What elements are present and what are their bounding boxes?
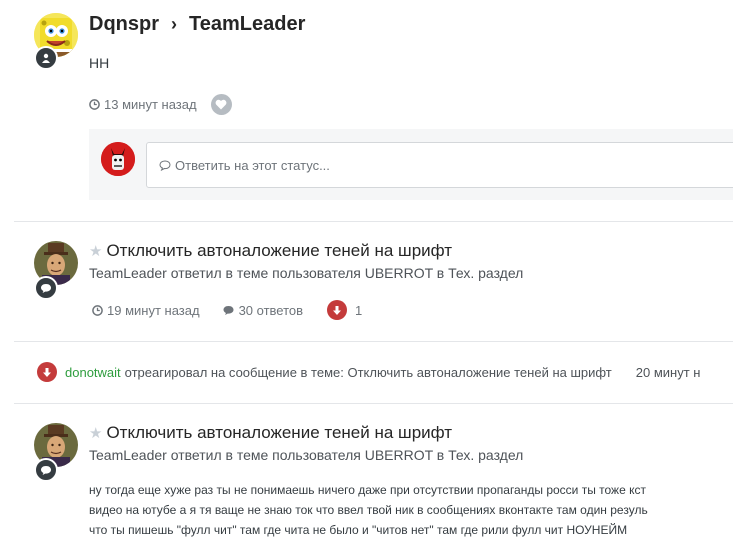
- comment-icon: [159, 159, 171, 171]
- status-reply-input[interactable]: Ответить на этот статус...: [146, 142, 733, 188]
- comment-icon: [223, 305, 234, 315]
- post-topic-title[interactable]: ★ Отключить автоналожение теней на шрифт: [89, 241, 452, 261]
- post-topic-link[interactable]: Отключить автоналожение теней на шрифт: [106, 423, 452, 443]
- status-title: Dqnspr › TeamLeader: [89, 13, 305, 36]
- post-body-line: что ты пишешь "фулл чит" там где чита не…: [89, 523, 628, 537]
- reaction-event-time[interactable]: 20 минут н: [636, 365, 701, 380]
- post-author-avatar[interactable]: [34, 241, 78, 300]
- clock-icon: [92, 304, 103, 316]
- downvote-reaction-icon[interactable]: [327, 300, 348, 320]
- reply-placeholder: Ответить на этот статус...: [175, 157, 330, 173]
- divider: [14, 221, 733, 222]
- star-icon[interactable]: ★: [89, 242, 102, 260]
- status-meta: 13 минут назад: [89, 94, 232, 115]
- divider: [14, 341, 733, 342]
- post-subline: TeamLeader ответил в теме пользователя U…: [89, 447, 524, 463]
- post-author-avatar[interactable]: [34, 423, 78, 482]
- post-topic-link[interactable]: Отключить автоналожение теней на шрифт: [106, 241, 452, 261]
- post-replies-count[interactable]: 30 ответов: [239, 303, 303, 318]
- reaction-user-link[interactable]: donotwait: [65, 365, 121, 380]
- post-time[interactable]: 19 минут назад: [107, 303, 200, 318]
- heart-icon: [215, 99, 227, 110]
- post-body-line: видео на ютубе а я тя ваще не знаю ток ч…: [89, 503, 648, 517]
- devil-avatar-icon: [101, 142, 135, 176]
- status-author-avatar[interactable]: [34, 13, 78, 70]
- status-time[interactable]: 13 минут назад: [104, 97, 197, 112]
- divider: [14, 403, 733, 404]
- post-subline: TeamLeader ответил в теме пользователя U…: [89, 265, 524, 281]
- like-button[interactable]: [210, 94, 232, 115]
- post-body-line: ну тогда еще хуже раз ты не понимаешь ни…: [89, 483, 646, 497]
- star-icon[interactable]: ★: [89, 424, 102, 442]
- comment-badge-icon: [34, 458, 58, 482]
- post-topic-title[interactable]: ★ Отключить автоналожение теней на шрифт: [89, 423, 452, 443]
- chevron-right-icon: ›: [171, 14, 177, 34]
- clock-icon: [89, 99, 100, 110]
- status-text: НН: [89, 55, 110, 71]
- reaction-event-text[interactable]: отреагировал на сообщение в теме: Отключ…: [125, 365, 612, 380]
- status-author-link[interactable]: Dqnspr: [89, 13, 159, 36]
- user-badge-icon: [34, 46, 58, 70]
- downvote-reaction-icon: [37, 362, 57, 382]
- current-user-avatar: [101, 142, 135, 176]
- post-meta: 19 минут назад 30 ответов 1: [92, 300, 362, 320]
- reaction-count[interactable]: 1: [355, 303, 362, 318]
- comment-badge-icon: [34, 276, 58, 300]
- reaction-event: donotwait отреагировал на сообщение в те…: [37, 362, 700, 382]
- status-target-link[interactable]: TeamLeader: [189, 13, 305, 36]
